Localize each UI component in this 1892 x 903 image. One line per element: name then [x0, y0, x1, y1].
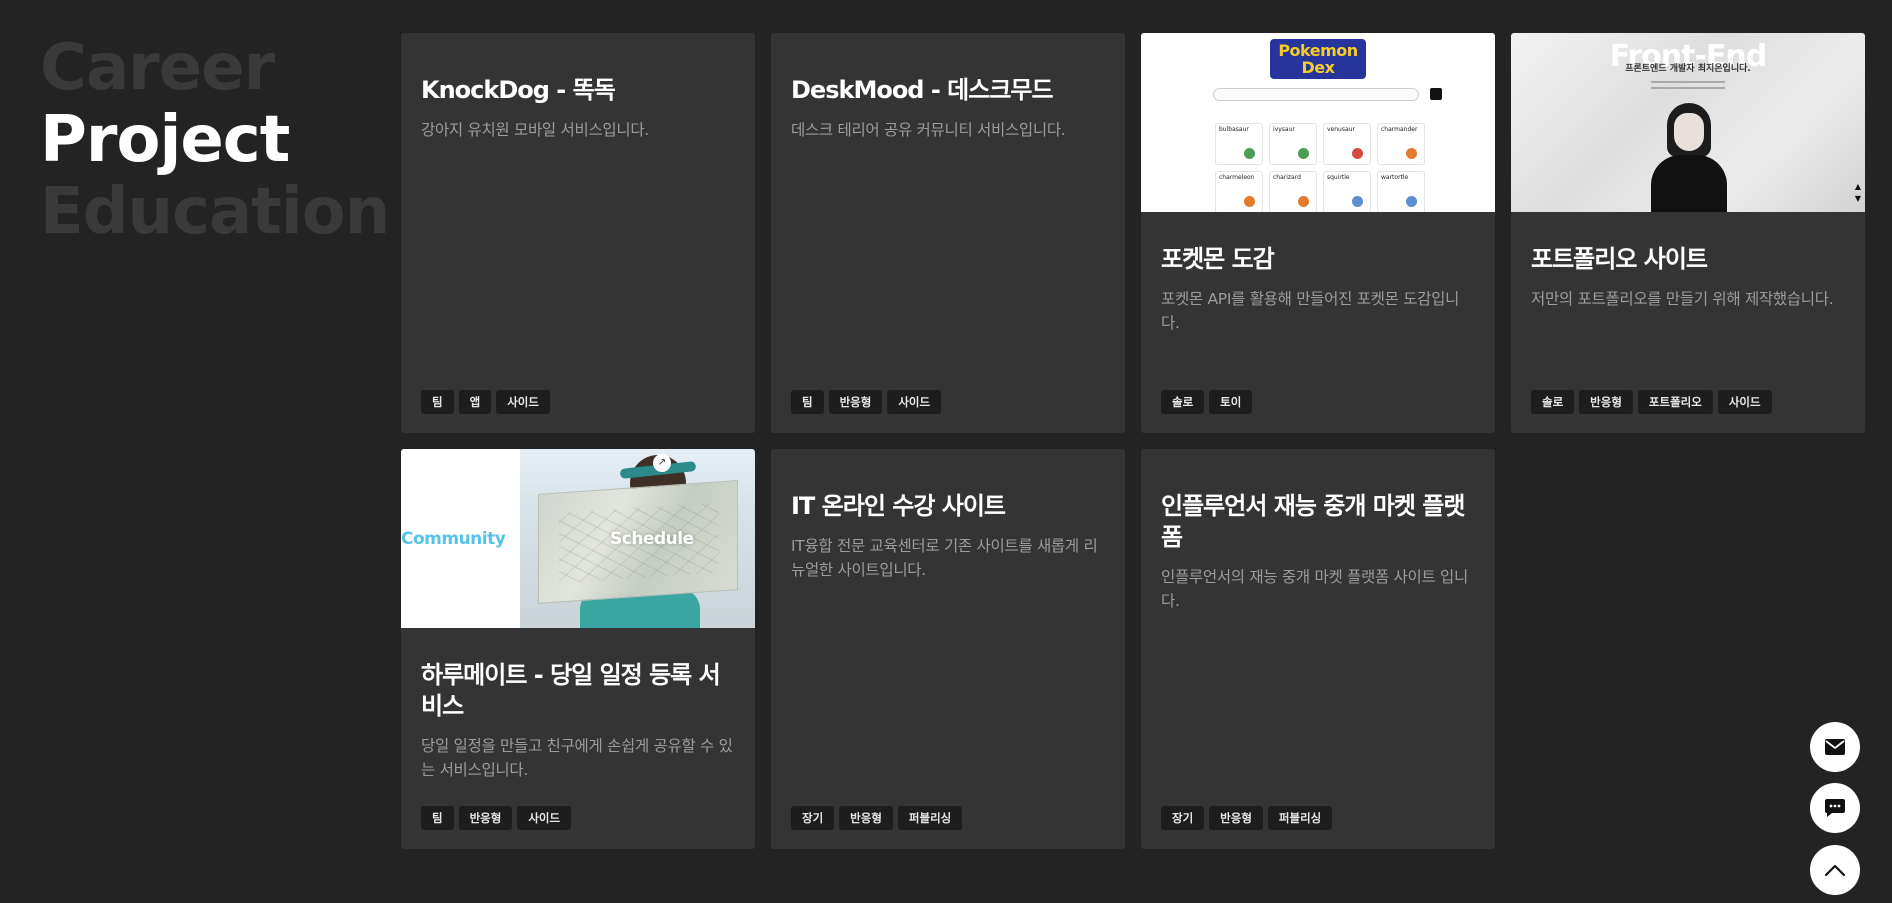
card-tags: 팀 앱 사이드	[421, 390, 550, 414]
external-link-icon[interactable]: ↗	[653, 454, 671, 472]
pokemon-cell: charmander	[1377, 123, 1425, 165]
mail-button[interactable]	[1810, 722, 1860, 772]
project-grid: KnockDog - 똑독 강아지 유치원 모바일 서비스입니다. 팀 앱 사이…	[401, 33, 1865, 849]
tag: 반응형	[458, 806, 513, 830]
pokemon-cell: bulbasaur	[1215, 123, 1263, 165]
tag: 사이드	[496, 390, 550, 414]
scroll-top-button[interactable]	[1810, 845, 1860, 895]
tag: 포트폴리오	[1637, 390, 1713, 414]
nav-item-career[interactable]: Career	[40, 32, 389, 104]
chat-button[interactable]	[1810, 783, 1860, 833]
tag: 장기	[1161, 806, 1205, 830]
project-card-knockdog[interactable]: KnockDog - 똑독 강아지 유치원 모바일 서비스입니다. 팀 앱 사이…	[401, 33, 755, 433]
card-title: 인플루언서 재능 중개 마켓 플랫폼	[1161, 492, 1465, 551]
card-description: 인플루언서의 재능 중개 마켓 플랫폼 사이트 입니다.	[1161, 568, 1468, 610]
project-card-portfolio[interactable]: Front-End 프론트엔드 개발자 최지은입니다. ▲ ▼ 포트폴리오 사이트…	[1511, 33, 1865, 433]
mail-icon	[1825, 739, 1845, 755]
pokedex-logo: Pokemon Dex	[1270, 39, 1366, 79]
tag: 사이드	[1717, 390, 1772, 414]
card-title: 포켓몬 도감	[1161, 245, 1275, 273]
community-label: Community	[401, 529, 506, 549]
pokemon-cell: charizard	[1269, 171, 1317, 212]
section-nav: Career Project Education	[40, 32, 390, 248]
chevron-up-icon	[1824, 864, 1846, 877]
tag: 팀	[791, 390, 824, 414]
chat-icon	[1825, 799, 1845, 817]
tag: 장기	[791, 806, 835, 830]
card-title: 포트폴리오 사이트	[1531, 245, 1708, 273]
pokedex-logo-line: Pokemon	[1278, 41, 1358, 60]
pokemon-cell: venusaur	[1323, 123, 1371, 165]
card-description: 포켓몬 API를 활용해 만들어진 포켓몬 도감입니다.	[1161, 290, 1460, 332]
community-panel: Community	[401, 449, 520, 628]
pokemon-cell: squirtle	[1323, 171, 1371, 212]
tag: 사이드	[887, 390, 942, 414]
tag: 퍼블리싱	[1267, 806, 1333, 830]
card-body: 인플루언서 재능 중개 마켓 플랫폼 인플루언서의 재능 중개 마켓 플랫폼 사…	[1141, 449, 1495, 613]
tag: 사이드	[517, 806, 572, 830]
card-tags: 장기 반응형 퍼블리싱	[1161, 806, 1333, 830]
card-title: KnockDog - 똑독	[421, 76, 616, 104]
tag: 반응형	[1209, 806, 1263, 830]
card-description: 저만의 포트폴리오를 만들기 위해 제작했습니다.	[1531, 290, 1834, 308]
project-card-deskmood[interactable]: DeskMood - 데스크무드 데스크 테리어 공유 커뮤니티 서비스입니다.…	[771, 33, 1125, 433]
harumate-thumbnail: Community Schedule ↗	[401, 449, 755, 628]
tag: 솔로	[1531, 390, 1575, 414]
pokedex-logo-line: Dex	[1301, 58, 1335, 77]
card-description: 당일 일정을 만들고 친구에게 손쉽게 공유할 수 있는 서비스입니다.	[421, 737, 733, 779]
tag: 반응형	[828, 390, 883, 414]
card-body: DeskMood - 데스크무드 데스크 테리어 공유 커뮤니티 서비스입니다.	[771, 33, 1125, 142]
card-tags: 솔로 토이	[1161, 390, 1253, 414]
portfolio-thumb-text-lines	[1651, 81, 1725, 93]
tag: 팀	[421, 390, 454, 414]
card-body: IT 온라인 수강 사이트 IT융합 전문 교육센터로 기존 사이트를 새롭게 …	[771, 449, 1125, 582]
project-card-harumate[interactable]: Community Schedule ↗ 하루메이트 - 당일 일정 등록 서비…	[401, 449, 755, 849]
pokemon-cell: ivysaur	[1269, 123, 1317, 165]
card-body: 하루메이트 - 당일 일정 등록 서비스 당일 일정을 만들고 친구에게 손쉽게…	[401, 628, 755, 782]
nav-item-education[interactable]: Education	[40, 176, 390, 248]
card-description: 데스크 테리어 공유 커뮤니티 서비스입니다.	[791, 121, 1066, 139]
tag: 토이	[1209, 390, 1253, 414]
schedule-panel: Schedule ↗	[520, 449, 755, 628]
pokedex-search-bar	[1213, 88, 1442, 101]
pokemon-cell: charmeleon	[1215, 171, 1263, 212]
card-body: 포켓몬 도감 포켓몬 API를 활용해 만들어진 포켓몬 도감입니다.	[1141, 212, 1495, 335]
card-tags: 팀 반응형 사이드	[421, 806, 572, 830]
project-card-it-online[interactable]: IT 온라인 수강 사이트 IT융합 전문 교육센터로 기존 사이트를 새롭게 …	[771, 449, 1125, 849]
tag: 퍼블리싱	[897, 806, 963, 830]
project-card-pokedex[interactable]: Pokemon Dex bulbasaur ivysaur venusaur c…	[1141, 33, 1495, 433]
card-description: IT융합 전문 교육센터로 기존 사이트를 새롭게 리뉴얼한 사이트입니다.	[791, 537, 1098, 579]
page: Career Project Education KnockDog - 똑독 강…	[0, 0, 1892, 903]
schedule-label: Schedule	[610, 529, 694, 549]
tag: 솔로	[1161, 390, 1205, 414]
card-description: 강아지 유치원 모바일 서비스입니다.	[421, 121, 649, 139]
card-tags: 팀 반응형 사이드	[791, 390, 942, 414]
card-title: 하루메이트 - 당일 일정 등록 서비스	[421, 661, 721, 720]
portfolio-thumbnail: Front-End 프론트엔드 개발자 최지은입니다. ▲ ▼	[1511, 33, 1865, 212]
portfolio-photo	[1651, 103, 1727, 212]
tag: 반응형	[1579, 390, 1633, 414]
tag: 반응형	[839, 806, 893, 830]
card-title: DeskMood - 데스크무드	[791, 76, 1054, 104]
nav-item-project[interactable]: Project	[40, 104, 389, 176]
card-body: KnockDog - 똑독 강아지 유치원 모바일 서비스입니다.	[401, 33, 755, 142]
pokedex-thumbnail: Pokemon Dex bulbasaur ivysaur venusaur c…	[1141, 33, 1495, 212]
portfolio-thumb-subheading: 프론트엔드 개발자 최지은입니다.	[1625, 64, 1751, 74]
card-tags: 솔로 반응형 포트폴리오 사이드	[1531, 390, 1772, 414]
card-body: 포트폴리오 사이트 저만의 포트폴리오를 만들기 위해 제작했습니다.	[1511, 212, 1865, 311]
pokedex-grid: bulbasaur ivysaur venusaur charmander ch…	[1215, 123, 1425, 212]
card-title: IT 온라인 수강 사이트	[791, 492, 1006, 520]
card-tags: 장기 반응형 퍼블리싱	[791, 806, 963, 830]
tag: 앱	[458, 390, 492, 414]
project-card-influencer-market[interactable]: 인플루언서 재능 중개 마켓 플랫폼 인플루언서의 재능 중개 마켓 플랫폼 사…	[1141, 449, 1495, 849]
tag: 팀	[421, 806, 454, 830]
scroll-arrows-icon: ▲ ▼	[1854, 182, 1861, 203]
pokemon-cell: wartortle	[1377, 171, 1425, 212]
